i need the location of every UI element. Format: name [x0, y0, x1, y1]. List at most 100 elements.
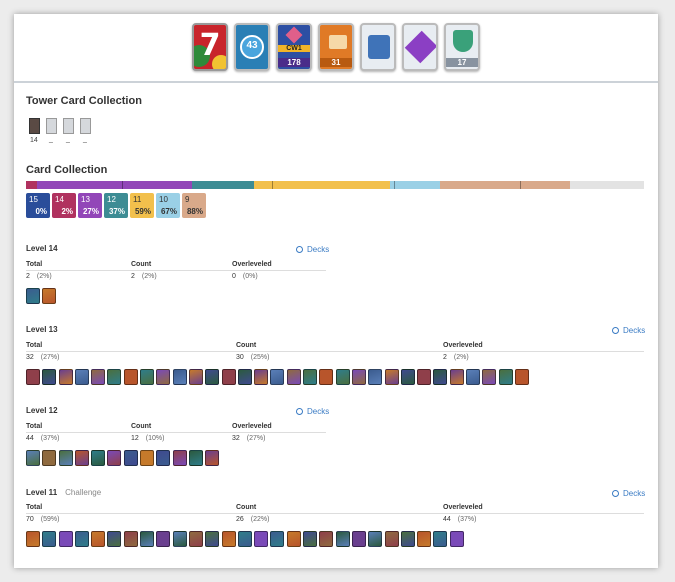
card-icon[interactable] — [107, 450, 122, 466]
card-icon[interactable] — [188, 531, 203, 547]
card-icon[interactable] — [286, 369, 301, 385]
decks-link[interactable]: Decks — [612, 489, 645, 498]
card-icon[interactable] — [107, 369, 122, 385]
card-icon[interactable] — [42, 531, 57, 547]
tower-card-icon[interactable] — [80, 118, 91, 134]
tower-card-icon[interactable] — [29, 118, 40, 134]
card-icon[interactable] — [91, 369, 106, 385]
card-icon[interactable] — [368, 369, 383, 385]
card-icon[interactable] — [205, 369, 220, 385]
card-icon[interactable] — [91, 450, 106, 466]
card-icon[interactable] — [514, 369, 529, 385]
trophy-badge[interactable]: 17 — [444, 23, 480, 71]
card-icon[interactable] — [237, 369, 252, 385]
card-icon[interactable] — [58, 531, 73, 547]
card-icon[interactable] — [140, 369, 155, 385]
card-icon[interactable] — [449, 531, 464, 547]
tower-card-icon[interactable] — [46, 118, 57, 134]
decks-link[interactable]: Decks — [612, 326, 645, 335]
card-icon[interactable] — [221, 369, 236, 385]
card-icon[interactable] — [91, 531, 106, 547]
level-box-12[interactable]: 12 37% — [104, 193, 128, 218]
card-icon[interactable] — [351, 369, 366, 385]
card-icon[interactable] — [26, 450, 40, 466]
card-icon[interactable] — [466, 369, 481, 385]
level-box-14[interactable]: 14 2% — [52, 193, 76, 218]
tower-card-icon[interactable] — [63, 118, 74, 134]
emote-badge[interactable] — [402, 23, 438, 71]
decks-link[interactable]: Decks — [296, 407, 329, 416]
arena-badge[interactable] — [360, 23, 396, 71]
card-icon[interactable] — [172, 531, 187, 547]
card-icon[interactable] — [156, 369, 171, 385]
card-icon[interactable] — [417, 369, 432, 385]
overleveled-header: Overleveled — [232, 261, 272, 268]
cards-badge[interactable]: 31 — [318, 23, 354, 71]
level-box-10[interactable]: 10 67% — [156, 193, 180, 218]
card-icon[interactable] — [172, 369, 187, 385]
card-icon[interactable] — [156, 531, 171, 547]
card-icon[interactable] — [433, 369, 448, 385]
card-icon[interactable] — [58, 450, 73, 466]
card-icon[interactable] — [384, 369, 399, 385]
level-box-15[interactable]: 15 0% — [26, 193, 50, 218]
card-icon[interactable] — [498, 369, 513, 385]
card-icon[interactable] — [42, 369, 57, 385]
card-icon[interactable] — [74, 369, 89, 385]
card-icon[interactable] — [172, 450, 187, 466]
card-icon[interactable] — [351, 531, 366, 547]
level-badge[interactable]: 7 — [192, 23, 228, 71]
card-icon[interactable] — [188, 450, 203, 466]
card-icon[interactable] — [368, 531, 383, 547]
card-icon[interactable] — [482, 369, 497, 385]
card-icon[interactable] — [42, 450, 57, 466]
card-icon[interactable] — [303, 369, 318, 385]
card-icon[interactable] — [449, 369, 464, 385]
card-icon[interactable] — [221, 531, 236, 547]
level-box-13[interactable]: 13 27% — [78, 193, 102, 218]
card-icon[interactable] — [58, 369, 73, 385]
level-box-11[interactable]: 11 59% — [130, 193, 154, 218]
level-box-9[interactable]: 9 88% — [182, 193, 206, 218]
card-icon[interactable] — [26, 288, 40, 304]
decks-link[interactable]: Decks — [296, 245, 329, 254]
card-icon[interactable] — [400, 369, 415, 385]
exp-level-badge[interactable]: 43 — [234, 23, 270, 71]
card-icon[interactable] — [42, 288, 57, 304]
card-icon[interactable] — [237, 531, 252, 547]
card-icon[interactable] — [319, 531, 334, 547]
card-icon[interactable] — [335, 369, 350, 385]
card-icon[interactable] — [188, 369, 203, 385]
count-header: Count — [131, 261, 152, 268]
card-icon[interactable] — [254, 531, 269, 547]
card-icon[interactable] — [270, 369, 285, 385]
card-icon[interactable] — [26, 369, 40, 385]
card-icon[interactable] — [74, 531, 89, 547]
clan-war-badge[interactable]: CW1 178 — [276, 23, 312, 71]
card-icon[interactable] — [140, 531, 155, 547]
overleveled-header: Overleveled — [443, 342, 483, 349]
card-icon[interactable] — [384, 531, 399, 547]
card-icon[interactable] — [400, 531, 415, 547]
card-icon[interactable] — [205, 531, 220, 547]
card-icon[interactable] — [286, 531, 301, 547]
card-icon[interactable] — [140, 450, 155, 466]
card-icon[interactable] — [26, 531, 40, 547]
card-icon[interactable] — [123, 531, 138, 547]
bar-segment-11 — [254, 181, 390, 189]
card-icon[interactable] — [156, 450, 171, 466]
search-icon — [612, 490, 619, 497]
card-icon[interactable] — [107, 531, 122, 547]
card-icon[interactable] — [123, 369, 138, 385]
card-icon[interactable] — [270, 531, 285, 547]
card-icon[interactable] — [303, 531, 318, 547]
card-icon[interactable] — [205, 450, 220, 466]
card-icon[interactable] — [433, 531, 448, 547]
card-icon[interactable] — [74, 450, 89, 466]
card-icon[interactable] — [123, 450, 138, 466]
card-icon[interactable] — [254, 369, 269, 385]
card-icon[interactable] — [335, 531, 350, 547]
card-icon[interactable] — [417, 531, 432, 547]
cards-icon — [329, 35, 347, 49]
card-icon[interactable] — [319, 369, 334, 385]
